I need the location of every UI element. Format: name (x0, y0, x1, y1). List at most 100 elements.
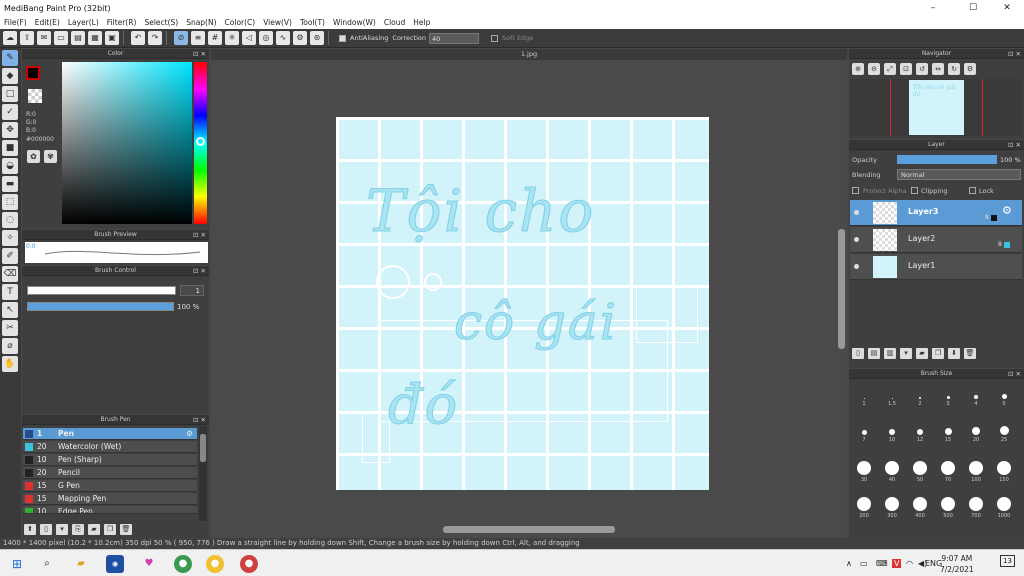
menu-file[interactable]: File(F) (4, 18, 27, 27)
brush-size-cell[interactable]: 30 (851, 455, 877, 489)
menu-select[interactable]: Select(S) (144, 18, 178, 27)
gradient-tool-icon[interactable]: ▬ (2, 176, 18, 192)
clock[interactable]: 9:07 AM 7/2/2021 (940, 553, 974, 575)
brush-size-cell[interactable]: 400 (907, 491, 933, 525)
brush-opacity-slider[interactable] (27, 302, 174, 311)
brush-size-cell[interactable]: 40 (879, 455, 905, 489)
marquee-tool-icon[interactable]: ⬚ (2, 194, 18, 210)
brush-size-cell[interactable]: 200 (851, 491, 877, 525)
brush-menu-icon[interactable]: ▾ (56, 524, 68, 535)
flip-icon[interactable]: ⇔ (932, 63, 944, 75)
dell-app-icon[interactable]: ◉ (106, 555, 124, 573)
tray-app-icon[interactable]: V (892, 559, 902, 568)
select-pen-tool-icon[interactable]: ✐ (2, 248, 18, 264)
brush-list-scrollbar[interactable] (199, 426, 207, 521)
canvas-vertical-scrollbar[interactable] (838, 229, 845, 349)
canvas-artwork[interactable]: Tội cho cô gái đó (336, 117, 709, 490)
canvas-horizontal-scrollbar[interactable] (443, 526, 615, 533)
brush-folder-icon[interactable]: ▰ (88, 524, 100, 535)
menu-cloud[interactable]: Cloud (384, 18, 405, 27)
rotate-right-icon[interactable]: ↻ (948, 63, 960, 75)
select-eraser-icon[interactable]: ⌫ (2, 266, 18, 282)
brush-size-cell[interactable]: 5 (991, 383, 1017, 417)
menu-window[interactable]: Window(W) (333, 18, 376, 27)
panel-close-icon[interactable]: ⊡ ✕ (193, 230, 206, 240)
brush-item-mapping-pen[interactable]: 15 Mapping Pen (23, 493, 197, 505)
scrollbar-thumb[interactable] (200, 434, 206, 462)
brush-size-cell[interactable]: 2 (907, 383, 933, 417)
brush-size-cell[interactable]: 7 (851, 419, 877, 453)
chrome-icon[interactable]: ● (174, 555, 192, 573)
brush-size-cell[interactable]: 25 (991, 419, 1017, 453)
new-folder-icon[interactable]: ▰ (916, 348, 928, 359)
protect-alpha-checkbox[interactable] (852, 187, 859, 194)
bucket-tool-icon[interactable]: ◒ (2, 158, 18, 174)
brush-tool-icon[interactable]: ✎ (2, 50, 18, 66)
navigator-settings-icon[interactable]: ⚙ (964, 63, 976, 75)
zoom-out-icon[interactable]: ⊖ (868, 63, 880, 75)
brush-size-value[interactable]: 1 (180, 285, 204, 296)
brush-size-slider[interactable] (27, 286, 176, 295)
page-icon[interactable]: ▤ (71, 31, 85, 45)
panel-icon[interactable]: ▣ (105, 31, 119, 45)
brush-size-cell[interactable]: 500 (935, 491, 961, 525)
brush-size-cell[interactable]: 70 (935, 455, 961, 489)
brush-size-cell[interactable]: 20 (963, 419, 989, 453)
chrome-dev-icon[interactable]: ● (240, 555, 258, 573)
notification-center-icon[interactable]: 13 (1000, 555, 1015, 567)
brush-size-cell[interactable]: 3 (935, 383, 961, 417)
layer-opacity-slider[interactable] (897, 155, 997, 164)
delete-brush-icon[interactable]: 🗑 (120, 524, 132, 535)
dot-tool-icon[interactable]: □ (2, 86, 18, 102)
snap-vanish-icon[interactable]: ◁ (242, 31, 256, 45)
brush-item-g-pen[interactable]: 15 G Pen (23, 480, 197, 492)
fit-window-icon[interactable]: ⤢ (884, 63, 896, 75)
tray-chevron-icon[interactable]: ∧ (846, 559, 852, 568)
brush-copy-icon[interactable]: ⎘ (72, 524, 84, 535)
foreground-color-swatch[interactable] (26, 66, 40, 80)
new-8bit-layer-icon[interactable]: ▥ (884, 348, 896, 359)
redo-icon[interactable]: ↷ (148, 31, 162, 45)
hand-tool-icon[interactable]: ✋ (2, 356, 18, 372)
panel-close-icon[interactable]: ⊡ ✕ (1008, 49, 1021, 59)
delete-layer-icon[interactable]: 🗑 (964, 348, 976, 359)
brush-size-cell[interactable]: 15 (935, 419, 961, 453)
hue-slider-handle[interactable] (196, 137, 205, 146)
menu-edit[interactable]: Edit(E) (35, 18, 60, 27)
brush-size-cell[interactable]: 12 (907, 419, 933, 453)
snap-settings-icon[interactable]: ⚙ (293, 31, 307, 45)
brush-item-watercolor-wet[interactable]: 20 Watercolor (Wet) (23, 441, 197, 453)
brush-item-edge-pen[interactable]: 10 Edge Pen (23, 506, 197, 514)
add-brush-icon[interactable]: ⬆ (24, 524, 36, 535)
actual-size-icon[interactable]: ⊡ (900, 63, 912, 75)
blending-select[interactable]: Normal (897, 169, 1021, 180)
layer-row-layer3[interactable]: Layer3 8 ⚙ (850, 200, 1022, 226)
tray-wifi-icon[interactable]: ◠ (906, 559, 913, 568)
visibility-eye-icon[interactable] (854, 264, 859, 269)
clipping-checkbox[interactable] (911, 187, 918, 194)
share-icon[interactable]: ⇪ (20, 31, 34, 45)
tray-network-icon[interactable]: ▭ (860, 559, 868, 568)
new-layer-icon[interactable]: ▯ (852, 348, 864, 359)
snap-radial-icon[interactable]: ✳ (225, 31, 239, 45)
color-history-icon[interactable]: ✾ (44, 150, 57, 163)
snap-off-icon[interactable]: ⊘ (174, 31, 188, 45)
menu-filter[interactable]: Filter(R) (107, 18, 137, 27)
brush-size-cell[interactable]: 1000 (991, 491, 1017, 525)
soft-edge-checkbox[interactable] (491, 34, 499, 42)
brush-size-cell[interactable]: 4 (963, 383, 989, 417)
layer-settings-gear-icon[interactable]: ⚙ (1002, 204, 1012, 217)
move-tool-icon[interactable]: ✥ (2, 122, 18, 138)
grid-icon[interactable]: ▦ (88, 31, 102, 45)
layer-row-layer1[interactable]: Layer1 (850, 254, 1022, 280)
lasso-tool-icon[interactable]: ◌ (2, 212, 18, 228)
file-explorer-icon[interactable]: ▰ (72, 555, 90, 573)
visibility-eye-icon[interactable] (854, 210, 859, 215)
chrome-canary-icon[interactable]: ● (206, 555, 224, 573)
snap-parallel-icon[interactable]: ≡ (191, 31, 205, 45)
menu-layer[interactable]: Layer(L) (68, 18, 99, 27)
menu-snap[interactable]: Snap(N) (186, 18, 216, 27)
brush-size-cell[interactable]: 300 (879, 491, 905, 525)
layer-row-layer2[interactable]: Layer2 8 (850, 227, 1022, 253)
rotate-left-icon[interactable]: ↺ (916, 63, 928, 75)
